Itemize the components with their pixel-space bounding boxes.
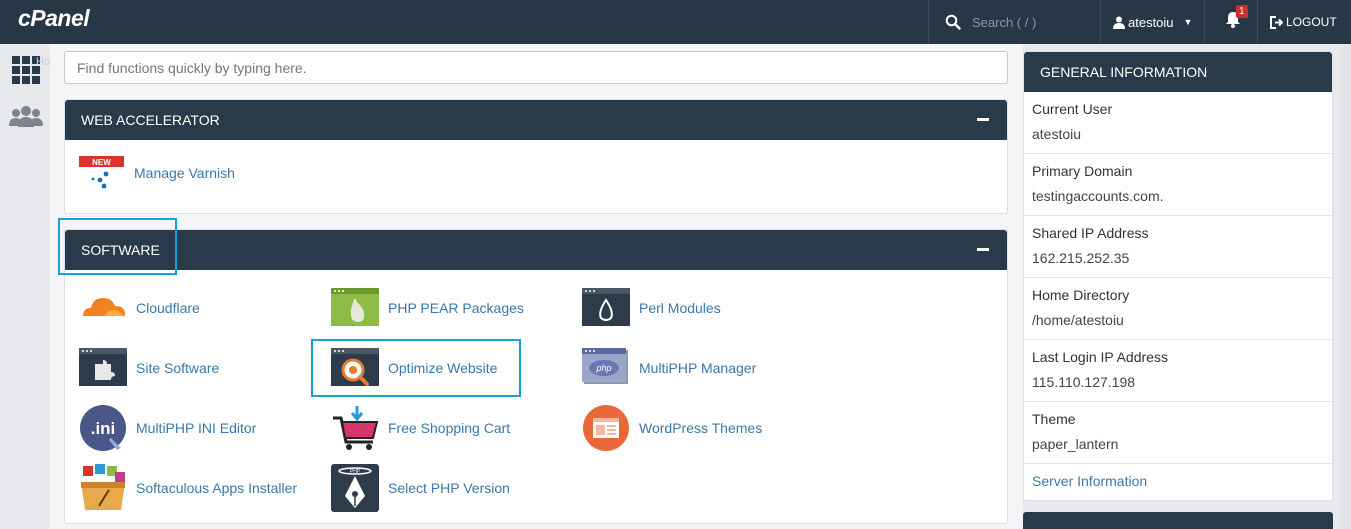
cpanel-logo[interactable]: cPanel — [18, 5, 90, 32]
varnish-icon: NEW — [79, 156, 124, 189]
collapse-icon[interactable] — [977, 248, 989, 251]
info-value: /home/atestoiu — [1032, 312, 1124, 328]
user-icon — [1113, 16, 1125, 29]
info-label: Current User — [1032, 101, 1113, 117]
new-badge: NEW — [92, 158, 111, 167]
wordpress-themes-icon — [583, 405, 629, 451]
username: atestoiu — [1128, 14, 1174, 30]
general-information-title: GENERAL INFORMATION — [1024, 52, 1332, 92]
web-accelerator-title: WEB ACCELERATOR — [81, 112, 220, 128]
cloudflare-link[interactable]: Cloudflare — [79, 284, 200, 332]
wordpress-themes-link[interactable]: WordPress Themes — [582, 404, 762, 452]
search-icon — [945, 14, 961, 30]
software-header[interactable]: SOFTWARE — [65, 230, 1007, 270]
info-value: testingaccounts.com. — [1032, 188, 1164, 204]
multiphp-manager-link[interactable]: php MultiPHP Manager — [582, 344, 756, 392]
logout-icon — [1270, 15, 1283, 29]
left-rail: Home — [0, 44, 65, 529]
users-icon[interactable] — [8, 106, 44, 128]
perl-modules-label: Perl Modules — [639, 300, 721, 316]
info-label: Last Login IP Address — [1032, 349, 1168, 365]
info-row-last-login-ip: Last Login IP Address 115.110.127.198 — [1024, 340, 1332, 402]
info-value: paper_lantern — [1032, 436, 1119, 452]
manage-varnish-link[interactable]: NEW Manage Varnish — [79, 156, 235, 190]
info-label: Theme — [1032, 411, 1076, 427]
notification-badge: 1 — [1236, 5, 1248, 18]
info-value: atestoiu — [1032, 126, 1082, 142]
multiphp-manager-label: MultiPHP Manager — [639, 360, 757, 376]
info-row-current-user: Current User atestoiu — [1024, 92, 1332, 154]
select-php-icon: PHP — [331, 464, 379, 512]
svg-text:.ini: .ini — [91, 419, 116, 438]
top-bar: cPanel Search ( / ) atestoiu ▼ 1 LOGOUT — [0, 0, 1351, 44]
svg-text:PHP: PHP — [350, 469, 361, 475]
info-label: Primary Domain — [1032, 163, 1133, 179]
multiphp-ini-editor-link[interactable]: .ini MultiPHP INI Editor — [79, 404, 256, 452]
softaculous-link[interactable]: Softaculous Apps Installer — [79, 464, 297, 512]
notifications-button[interactable]: 1 — [1204, 0, 1258, 44]
multiphp-ini-icon: .ini — [80, 405, 126, 451]
wordpress-themes-label: WordPress Themes — [639, 420, 763, 436]
general-information-panel: GENERAL INFORMATION Current User atestoi… — [1023, 51, 1333, 501]
chevron-down-icon: ▼ — [1183, 17, 1193, 27]
info-row-theme: Theme paper_lantern — [1024, 402, 1332, 464]
free-shopping-cart-label: Free Shopping Cart — [388, 420, 511, 436]
select-php-version-link[interactable]: PHP Select PHP Version — [331, 464, 510, 512]
web-accelerator-header[interactable]: WEB ACCELERATOR — [65, 100, 1007, 140]
select-php-version-label: Select PHP Version — [388, 480, 510, 496]
multiphp-manager-icon: php — [582, 348, 628, 384]
info-label: Home Directory — [1032, 287, 1130, 303]
info-label: Shared IP Address — [1032, 225, 1149, 241]
perl-icon — [582, 288, 630, 326]
shopping-cart-icon — [333, 406, 379, 450]
perl-modules-link[interactable]: Perl Modules — [582, 284, 721, 332]
server-information-link[interactable]: Server Information — [1024, 464, 1332, 500]
free-shopping-cart-link[interactable]: Free Shopping Cart — [331, 404, 510, 452]
info-row-home-directory: Home Directory /home/atestoiu — [1024, 278, 1332, 340]
php-pear-link[interactable]: PHP PEAR Packages — [331, 284, 524, 332]
site-software-label: Site Software — [136, 360, 220, 376]
top-search-placeholder: Search ( / ) — [972, 14, 1037, 30]
logout-label: LOGOUT — [1286, 15, 1337, 29]
page-scrollbar[interactable] — [1341, 44, 1351, 529]
svg-text:php: php — [595, 363, 611, 373]
php-pear-icon — [331, 288, 379, 326]
softaculous-label: Softaculous Apps Installer — [136, 480, 298, 496]
cloudflare-label: Cloudflare — [136, 300, 200, 316]
info-value: 115.110.127.198 — [1032, 374, 1136, 390]
site-software-link[interactable]: Site Software — [79, 344, 219, 392]
site-software-icon — [79, 348, 127, 386]
logout-button[interactable]: LOGOUT — [1270, 0, 1337, 44]
softaculous-icon — [81, 464, 125, 510]
top-search[interactable]: Search ( / ) — [928, 0, 1100, 44]
multiphp-ini-editor-label: MultiPHP INI Editor — [136, 420, 257, 436]
info-row-shared-ip: Shared IP Address 162.215.252.35 — [1024, 216, 1332, 278]
statistics-panel-header[interactable] — [1023, 512, 1333, 529]
software-highlight-box — [58, 218, 177, 275]
collapse-icon[interactable] — [977, 118, 989, 121]
manage-varnish-label: Manage Varnish — [134, 165, 235, 181]
optimize-website-highlight-box — [311, 339, 521, 397]
php-pear-label: PHP PEAR Packages — [388, 300, 524, 316]
info-row-primary-domain: Primary Domain testingaccounts.com. — [1024, 154, 1332, 216]
quick-search-input[interactable] — [64, 51, 1008, 84]
info-value: 162.215.252.35 — [1032, 250, 1130, 266]
user-menu[interactable]: atestoiu ▼ — [1100, 0, 1204, 44]
cloudflare-icon — [83, 298, 125, 316]
